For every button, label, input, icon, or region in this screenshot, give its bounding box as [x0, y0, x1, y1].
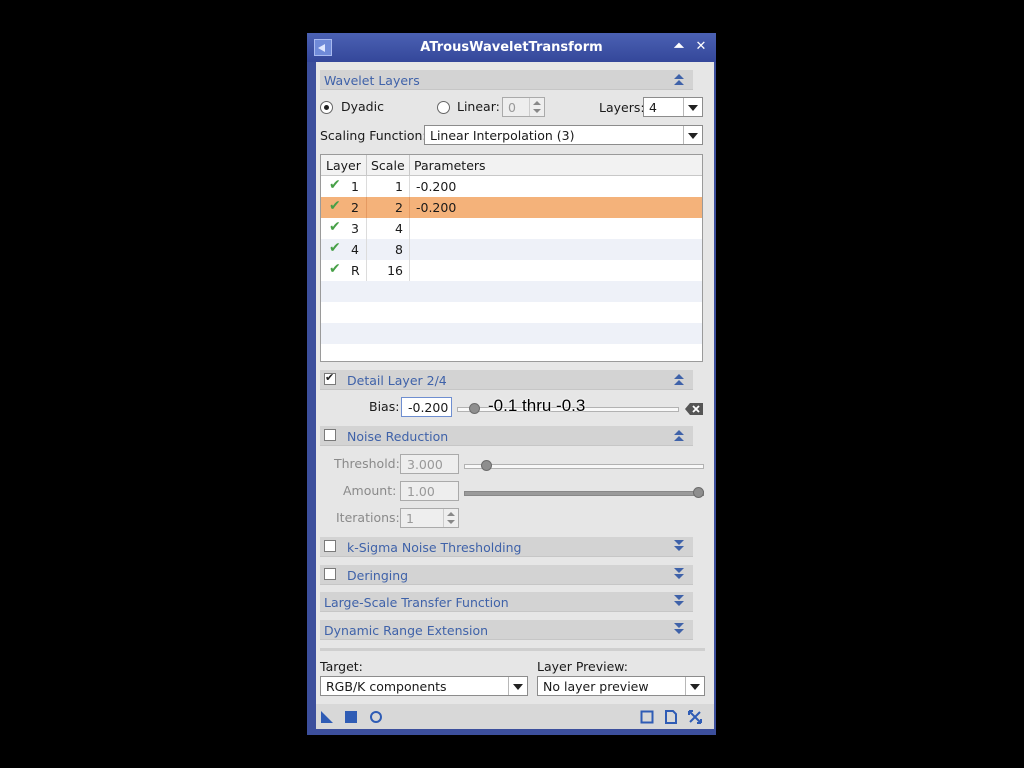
- table-row-empty: [321, 281, 702, 302]
- expand-icon[interactable]: [673, 539, 685, 553]
- reset-all-icon[interactable]: [688, 710, 702, 724]
- annotation-note: -0.1 thru -0.3: [488, 396, 586, 415]
- expand-icon[interactable]: [673, 567, 685, 581]
- detail-layer-checkbox[interactable]: [324, 371, 336, 385]
- close-icon[interactable]: ✕: [693, 39, 709, 55]
- shade-icon[interactable]: ⏶: [671, 39, 687, 55]
- large-scale-header[interactable]: Large-Scale Transfer Function: [320, 592, 693, 612]
- control-bar: [316, 704, 714, 729]
- threshold-label: Threshold:: [334, 456, 400, 471]
- ksigma-label: k-Sigma Noise Thresholding: [347, 540, 522, 555]
- dynamic-range-header[interactable]: Dynamic Range Extension: [320, 620, 693, 640]
- scaling-function-combo[interactable]: Linear Interpolation (3): [424, 125, 703, 145]
- amount-label: Amount:: [343, 483, 397, 498]
- bias-label: Bias:: [369, 399, 400, 414]
- detail-layer-header[interactable]: Detail Layer 2/4: [320, 370, 693, 390]
- target-combo[interactable]: RGB/K components: [320, 676, 528, 696]
- layers-combo[interactable]: 4: [643, 97, 703, 117]
- detail-layer-label: Detail Layer 2/4: [347, 373, 447, 388]
- process-panel: Wavelet Layers Dyadic Linear: 0 Layers: …: [316, 62, 714, 729]
- check-icon[interactable]: ✔: [329, 198, 341, 214]
- chevron-down-icon[interactable]: [683, 98, 702, 116]
- preview-icon[interactable]: [640, 710, 654, 724]
- deringing-label: Deringing: [347, 568, 409, 583]
- collapse-icon[interactable]: [673, 428, 685, 442]
- collapse-icon[interactable]: [673, 72, 685, 86]
- dyadic-radio[interactable]: [320, 101, 333, 114]
- col-header-parameters[interactable]: Parameters: [414, 158, 486, 173]
- table-row[interactable]: ✔ R 16: [321, 260, 702, 281]
- linear-spinbox[interactable]: 0: [502, 97, 545, 117]
- iterations-label: Iterations:: [336, 510, 400, 525]
- expand-icon[interactable]: [673, 622, 685, 636]
- bias-input[interactable]: -0.200: [401, 397, 452, 417]
- scaling-function-label: Scaling Function:: [320, 128, 427, 143]
- linear-radio[interactable]: [437, 101, 450, 114]
- apply-global-icon[interactable]: [369, 710, 383, 724]
- table-row[interactable]: ✔ 4 8: [321, 239, 702, 260]
- dyadic-label: Dyadic: [341, 99, 384, 114]
- title-bar[interactable]: ATrousWaveletTransform ⏶ ✕: [307, 33, 716, 62]
- iterations-spinbox[interactable]: 1: [400, 508, 459, 528]
- table-row-selected[interactable]: ✔ 2 2 -0.200: [321, 197, 702, 218]
- ksigma-header[interactable]: k-Sigma Noise Thresholding: [320, 537, 693, 557]
- check-icon[interactable]: ✔: [329, 261, 341, 277]
- table-row-empty: [321, 302, 702, 323]
- table-row-empty: [321, 344, 702, 361]
- amount-slider[interactable]: [464, 491, 704, 496]
- bias-slider-handle[interactable]: [469, 403, 480, 414]
- table-row[interactable]: ✔ 1 1 -0.200: [321, 176, 702, 197]
- table-row[interactable]: ✔ 3 4: [321, 218, 702, 239]
- col-header-layer[interactable]: Layer: [326, 158, 361, 173]
- dynamic-range-label: Dynamic Range Extension: [324, 623, 489, 638]
- table-row-empty: [321, 323, 702, 344]
- target-label: Target:: [320, 659, 363, 674]
- layer-preview-combo[interactable]: No layer preview: [537, 676, 705, 696]
- window-title: ATrousWaveletTransform: [420, 40, 603, 55]
- table-header: Layer Scale Parameters: [321, 155, 702, 176]
- layers-table[interactable]: Layer Scale Parameters ✔ 1 1 -0.200 ✔ 2 …: [320, 154, 703, 362]
- layers-label: Layers:: [599, 100, 645, 115]
- chevron-down-icon[interactable]: [683, 126, 702, 144]
- threshold-slider[interactable]: [464, 464, 704, 469]
- deringing-header[interactable]: Deringing: [320, 565, 693, 585]
- check-icon[interactable]: ✔: [329, 219, 341, 235]
- process-window: ATrousWaveletTransform ⏶ ✕ Wavelet Layer…: [307, 33, 716, 735]
- layer-preview-label: Layer Preview:: [537, 659, 629, 674]
- collapse-icon[interactable]: [673, 372, 685, 386]
- threshold-slider-handle[interactable]: [481, 460, 492, 471]
- chevron-down-icon[interactable]: [508, 677, 527, 695]
- apply-icon[interactable]: [344, 710, 358, 724]
- divider: [320, 648, 705, 651]
- wavelet-layers-header[interactable]: Wavelet Layers: [320, 70, 693, 90]
- amount-input[interactable]: 1.00: [400, 481, 459, 501]
- amount-slider-handle[interactable]: [693, 487, 704, 498]
- noise-reduction-label: Noise Reduction: [347, 429, 449, 444]
- threshold-input[interactable]: 3.000: [400, 454, 459, 474]
- chevron-down-icon[interactable]: [685, 677, 704, 695]
- ksigma-checkbox[interactable]: [324, 540, 336, 552]
- check-icon[interactable]: ✔: [329, 177, 341, 193]
- spin-arrows-icon[interactable]: [443, 509, 458, 527]
- linear-label: Linear:: [457, 99, 500, 114]
- expand-icon[interactable]: [673, 594, 685, 608]
- deringing-checkbox[interactable]: [324, 568, 336, 580]
- check-icon[interactable]: ✔: [329, 240, 341, 256]
- spin-arrows-icon[interactable]: [529, 98, 544, 116]
- col-header-scale[interactable]: Scale: [371, 158, 405, 173]
- new-instance-icon[interactable]: [320, 710, 334, 724]
- reset-icon[interactable]: [684, 402, 704, 416]
- noise-reduction-header[interactable]: Noise Reduction: [320, 426, 693, 446]
- noise-reduction-checkbox[interactable]: [324, 429, 336, 441]
- wavelet-layers-label: Wavelet Layers: [324, 73, 420, 88]
- document-icon[interactable]: [664, 710, 678, 724]
- large-scale-label: Large-Scale Transfer Function: [324, 595, 509, 610]
